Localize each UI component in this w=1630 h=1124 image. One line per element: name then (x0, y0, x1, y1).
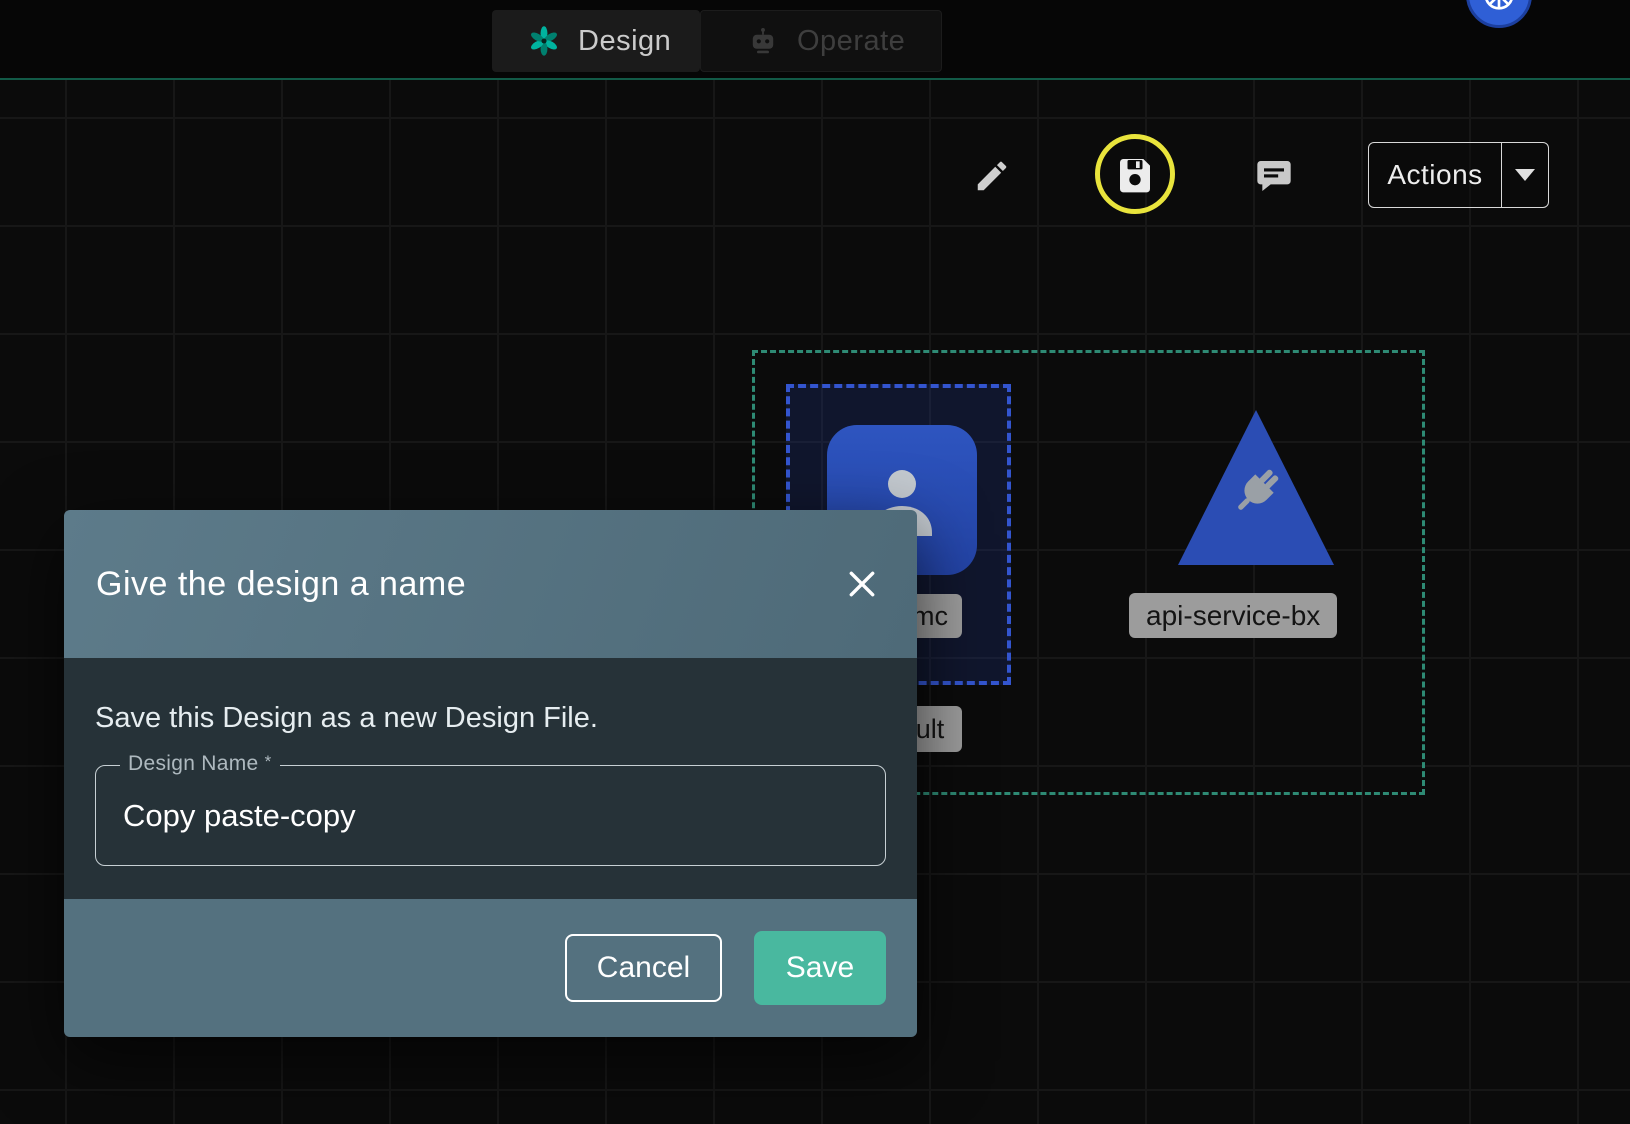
topbar: Design Operate (0, 0, 1630, 80)
close-icon (846, 568, 878, 600)
comment-button[interactable] (1247, 149, 1301, 203)
modal-description: Save this Design as a new Design File. (95, 658, 886, 735)
tab-operate-label: Operate (797, 25, 905, 58)
comment-icon (1254, 156, 1294, 196)
modal-body: Save this Design as a new Design File. D… (64, 658, 917, 899)
design-name-input[interactable] (96, 766, 885, 865)
save-design-button[interactable] (1108, 147, 1162, 201)
kanvas-spiral-icon (526, 23, 562, 59)
modal-header: Give the design a name (64, 510, 917, 658)
close-button[interactable] (839, 561, 885, 607)
api-node-label-chip: api-service-bx (1129, 593, 1337, 638)
api-service-node[interactable] (1176, 408, 1336, 568)
floppy-disk-icon (1115, 154, 1155, 194)
tab-operate[interactable]: Operate (700, 10, 942, 72)
robot-icon (745, 23, 781, 59)
pencil-icon (973, 157, 1011, 195)
edit-design-button[interactable] (965, 149, 1019, 203)
kubernetes-wheel-icon (1479, 0, 1519, 15)
save-design-modal: Give the design a name Save this Design … (64, 510, 917, 1037)
actions-dropdown-toggle[interactable] (1502, 143, 1548, 207)
actions-button-label: Actions (1369, 143, 1501, 207)
modal-title: Give the design a name (96, 565, 839, 604)
tab-design[interactable]: Design (492, 10, 700, 72)
tab-design-label: Design (578, 25, 671, 58)
actions-button[interactable]: Actions (1368, 142, 1549, 208)
design-name-field: Design Name * (95, 765, 886, 866)
mode-tabs: Design Operate (492, 10, 942, 72)
save-button[interactable]: Save (754, 931, 886, 1005)
chevron-down-icon (1515, 169, 1535, 181)
cancel-button[interactable]: Cancel (565, 934, 722, 1002)
modal-footer: Cancel Save (64, 899, 917, 1037)
